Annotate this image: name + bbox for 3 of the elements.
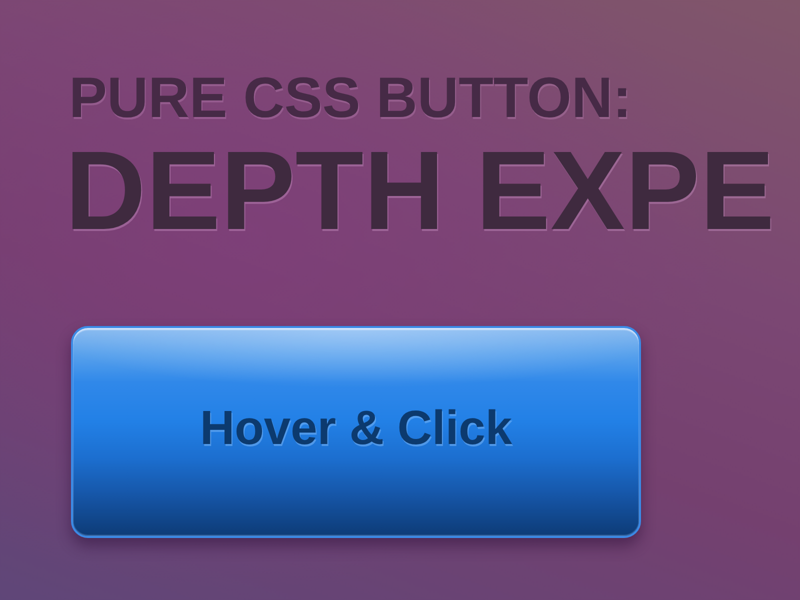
subtitle-heading: PURE CSS BUTTON: xyxy=(69,70,632,127)
hover-click-button[interactable]: Hover & Click xyxy=(71,326,641,538)
title-heading: DEPTH EXPE xyxy=(65,135,775,247)
